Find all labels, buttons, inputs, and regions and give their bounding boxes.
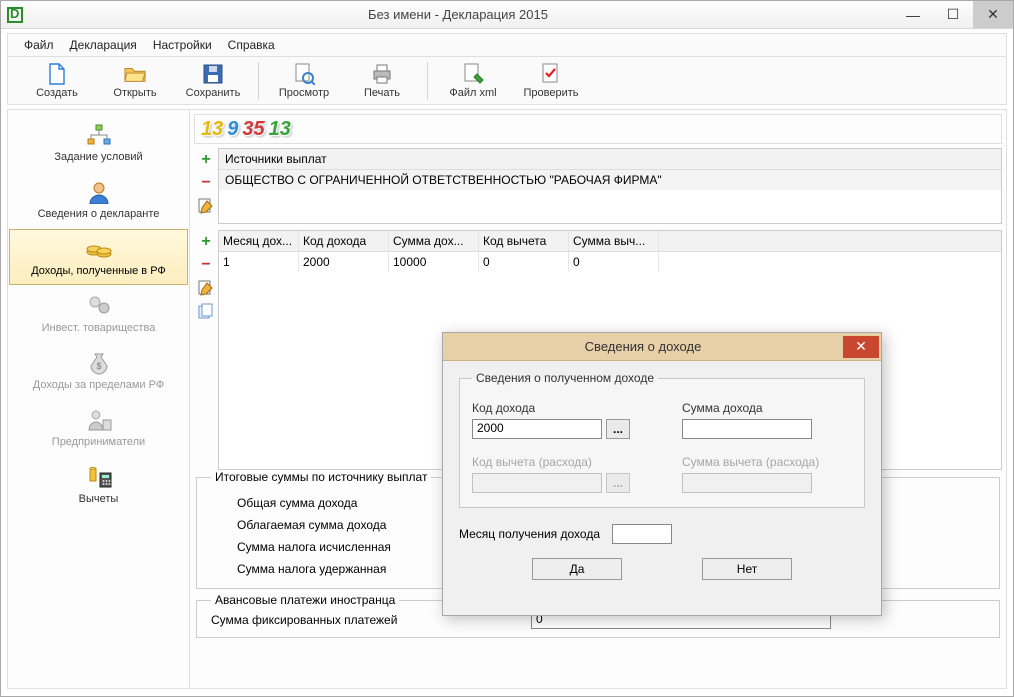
edit-income-button[interactable] xyxy=(196,278,216,298)
remove-source-button[interactable]: − xyxy=(196,173,216,193)
save-icon xyxy=(202,63,224,85)
menu-file[interactable]: Файл xyxy=(16,35,62,55)
close-button[interactable]: ✕ xyxy=(973,1,1013,28)
group-legend: Сведения о полученном доходе xyxy=(472,371,658,385)
menubar: Файл Декларация Настройки Справка xyxy=(7,33,1007,57)
sidebar-item-income-rf[interactable]: Доходы, полученные в РФ xyxy=(9,229,188,285)
deduct-code-field: Код вычета (расхода) ... xyxy=(472,455,642,493)
open-button[interactable]: Открыть xyxy=(96,59,174,102)
totals-legend: Итоговые суммы по источнику выплат xyxy=(211,470,431,484)
menu-declaration[interactable]: Декларация xyxy=(62,35,145,55)
source-row[interactable]: ОБЩЕСТВО С ОГРАНИЧЕННОЙ ОТВЕТСТВЕННОСТЬЮ… xyxy=(219,170,1001,190)
tab-35[interactable]: 35 xyxy=(242,118,264,141)
dialog-titlebar[interactable]: Сведения о доходе ✕ xyxy=(443,333,881,361)
code-input[interactable]: 2000 xyxy=(472,419,602,439)
remove-income-button[interactable]: − xyxy=(196,255,216,275)
preview-icon xyxy=(293,63,315,85)
sidebar: Задание условий Сведения о декларанте До… xyxy=(8,110,190,688)
deduct-code-input xyxy=(472,473,602,493)
deduct-sum-label: Сумма вычета (расхода) xyxy=(682,455,852,469)
code-label: Код дохода xyxy=(472,401,642,415)
dialog-title: Сведения о доходе xyxy=(443,339,843,354)
toolbar: Создать Открыть Сохранить Просмотр Печат… xyxy=(7,57,1007,105)
coins-icon xyxy=(85,236,113,262)
deduct-sum-field: Сумма вычета (расхода) xyxy=(682,455,852,493)
window-controls: — ☐ ✕ xyxy=(893,1,1013,28)
add-income-button[interactable]: + xyxy=(196,232,216,252)
sidebar-item-income-abroad[interactable]: $ Доходы за пределами РФ xyxy=(9,343,188,399)
preview-button[interactable]: Просмотр xyxy=(265,59,343,102)
hierarchy-icon xyxy=(85,122,113,148)
add-source-button[interactable]: + xyxy=(196,150,216,170)
deduct-code-label: Код вычета (расхода) xyxy=(472,455,642,469)
month-row: Месяц получения дохода xyxy=(459,524,867,544)
check-button[interactable]: Проверить xyxy=(512,59,590,102)
yes-button[interactable]: Да xyxy=(532,558,622,580)
svg-text:$: $ xyxy=(96,361,101,371)
sum-input[interactable] xyxy=(682,419,812,439)
sidebar-item-declarant[interactable]: Сведения о декларанте xyxy=(9,172,188,228)
sum-field: Сумма дохода xyxy=(682,401,852,439)
income-tools: + − xyxy=(194,230,218,470)
new-file-icon xyxy=(46,63,68,85)
code-lookup-button[interactable]: ... xyxy=(606,419,630,439)
advance-legend: Авансовые платежи иностранца xyxy=(211,593,399,607)
tab-9[interactable]: 9 xyxy=(227,118,238,141)
print-icon xyxy=(371,63,393,85)
money-bag-icon: $ xyxy=(85,350,113,376)
sources-list: Источники выплат ОБЩЕСТВО С ОГРАНИЧЕННОЙ… xyxy=(218,148,1002,224)
rate-tabs: 13 9 35 13 xyxy=(194,114,1002,144)
sidebar-item-invest[interactable]: Инвест. товарищества xyxy=(9,286,188,342)
tab-13b[interactable]: 13 xyxy=(269,118,291,141)
toolbar-separator xyxy=(258,62,259,100)
window-title: Без имени - Декларация 2015 xyxy=(23,7,893,22)
col-code[interactable]: Код дохода xyxy=(299,231,389,251)
check-icon xyxy=(540,63,562,85)
dialog-body: Сведения о полученном доходе Код дохода … xyxy=(443,361,881,590)
income-row[interactable]: 1 2000 10000 0 0 xyxy=(219,252,1001,272)
person-icon xyxy=(85,179,113,205)
sources-panel: + − Источники выплат ОБЩЕСТВО С ОГРАНИЧЕ… xyxy=(194,148,1002,224)
code-field: Код дохода 2000 ... xyxy=(472,401,642,439)
xml-button[interactable]: Файл xml xyxy=(434,59,512,102)
sources-tools: + − xyxy=(194,148,218,224)
month-label: Месяц получения дохода xyxy=(459,527,600,541)
maximize-button[interactable]: ☐ xyxy=(933,1,973,28)
sidebar-item-conditions[interactable]: Задание условий xyxy=(9,115,188,171)
open-folder-icon xyxy=(124,63,146,85)
copy-income-button[interactable] xyxy=(196,301,216,321)
new-button[interactable]: Создать xyxy=(18,59,96,102)
dialog-close-button[interactable]: ✕ xyxy=(843,336,879,358)
deduct-code-lookup-button: ... xyxy=(606,473,630,493)
print-button[interactable]: Печать xyxy=(343,59,421,102)
toolbar-separator xyxy=(427,62,428,100)
sources-header[interactable]: Источники выплат xyxy=(219,149,1001,170)
dialog-buttons: Да Нет xyxy=(457,558,867,580)
income-dialog: Сведения о доходе ✕ Сведения о полученно… xyxy=(442,332,882,616)
deduct-sum-input xyxy=(682,473,812,493)
income-info-group: Сведения о полученном доходе Код дохода … xyxy=(459,371,865,508)
sum-label: Сумма дохода xyxy=(682,401,852,415)
col-month[interactable]: Месяц дох... xyxy=(219,231,299,251)
sidebar-item-entrepreneur[interactable]: Предприниматели xyxy=(9,400,188,456)
xml-icon xyxy=(462,63,484,85)
income-grid-header: Месяц дох... Код дохода Сумма дох... Код… xyxy=(219,231,1001,252)
tab-13a[interactable]: 13 xyxy=(201,118,223,141)
app-icon xyxy=(7,7,23,23)
invest-icon xyxy=(85,293,113,319)
entrepreneur-icon xyxy=(85,407,113,433)
edit-source-button[interactable] xyxy=(196,196,216,216)
deductions-icon xyxy=(85,464,113,490)
col-deduct-sum[interactable]: Сумма выч... xyxy=(569,231,659,251)
no-button[interactable]: Нет xyxy=(702,558,792,580)
titlebar: Без имени - Декларация 2015 — ☐ ✕ xyxy=(1,1,1013,29)
minimize-button[interactable]: — xyxy=(893,1,933,28)
col-sum[interactable]: Сумма дох... xyxy=(389,231,479,251)
month-input[interactable] xyxy=(612,524,672,544)
menu-help[interactable]: Справка xyxy=(220,35,283,55)
col-deduct-code[interactable]: Код вычета xyxy=(479,231,569,251)
save-button[interactable]: Сохранить xyxy=(174,59,252,102)
menu-settings[interactable]: Настройки xyxy=(145,35,220,55)
sidebar-item-deductions[interactable]: Вычеты xyxy=(9,457,188,513)
